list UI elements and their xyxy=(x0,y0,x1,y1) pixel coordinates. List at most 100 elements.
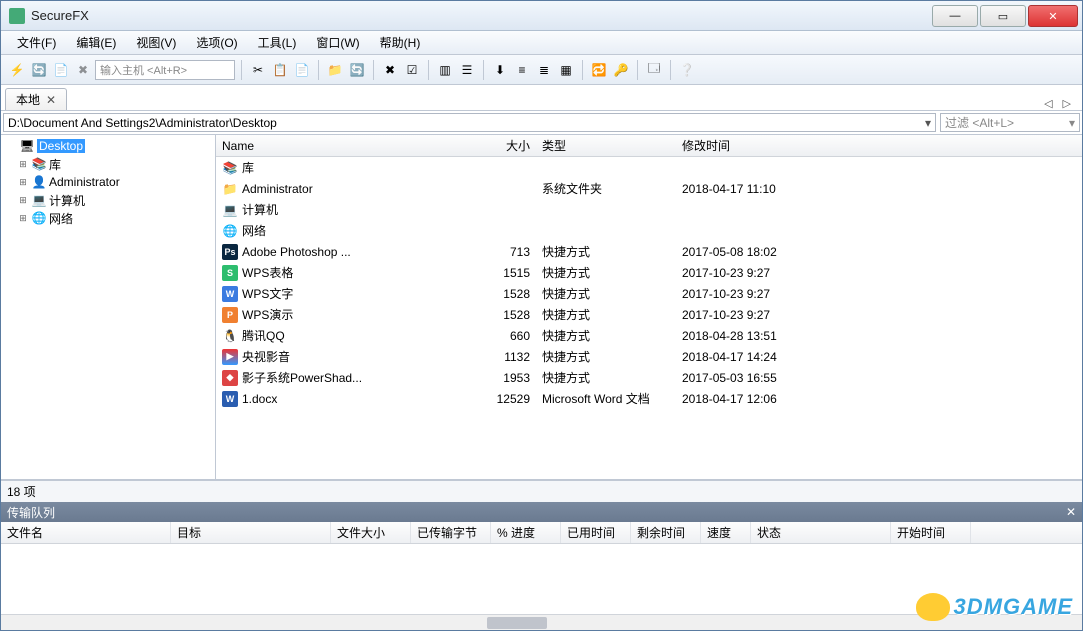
file-row[interactable]: 💻计算机 xyxy=(216,199,1082,220)
menu-item-3[interactable]: 选项(O) xyxy=(188,30,245,55)
file-size: 660 xyxy=(476,325,536,346)
tool-reconnect-icon[interactable]: 🔄 xyxy=(29,60,49,80)
paste-icon[interactable]: 📄 xyxy=(292,60,312,80)
tool-session-icon[interactable]: 📄 xyxy=(51,60,71,80)
view-list-icon[interactable]: ☰ xyxy=(457,60,477,80)
file-row[interactable]: ◆影子系统PowerShad...1953快捷方式2017-05-03 16:5… xyxy=(216,367,1082,388)
file-row[interactable]: WWPS文字1528快捷方式2017-10-23 9:27 xyxy=(216,283,1082,304)
queue-col-7[interactable]: 速度 xyxy=(701,522,751,543)
transfer-type2-icon[interactable]: ≣ xyxy=(534,60,554,80)
tree-item-1[interactable]: ⊞📚库 xyxy=(1,155,215,173)
file-row[interactable]: 📚库 xyxy=(216,157,1082,178)
props-icon[interactable]: ☑ xyxy=(402,60,422,80)
file-name: 1.docx xyxy=(242,392,277,406)
file-row[interactable]: 🐧腾讯QQ660快捷方式2018-04-28 13:51 xyxy=(216,325,1082,346)
view-details-icon[interactable]: ▥ xyxy=(435,60,455,80)
tree-item-3[interactable]: ⊞💻计算机 xyxy=(1,191,215,209)
scrollbar-thumb[interactable] xyxy=(487,617,547,629)
queue-col-5[interactable]: 已用时间 xyxy=(561,522,631,543)
file-type: 系统文件夹 xyxy=(536,178,676,199)
tool-disconnect-icon[interactable]: ✖ xyxy=(73,60,93,80)
col-name[interactable]: Name xyxy=(216,135,476,156)
tree-expander-icon[interactable]: ⊞ xyxy=(17,159,29,170)
file-size: 1515 xyxy=(476,262,536,283)
file-row[interactable]: W1.docx12529Microsoft Word 文档2018-04-17 … xyxy=(216,388,1082,409)
menu-item-0[interactable]: 文件(F) xyxy=(9,30,64,55)
app-icon xyxy=(9,8,25,24)
cut-icon[interactable]: ✂ xyxy=(248,60,268,80)
transfer-down-icon[interactable]: ⬇ xyxy=(490,60,510,80)
menu-item-4[interactable]: 工具(L) xyxy=(250,30,305,55)
file-list: Name 大小 类型 修改时间 📚库📁Administrator系统文件夹201… xyxy=(216,135,1082,479)
file-icon: 🐧 xyxy=(222,328,238,344)
tree-item-4[interactable]: ⊞🌐网络 xyxy=(1,209,215,227)
queue-col-1[interactable]: 目标 xyxy=(171,522,331,543)
tree-item-2[interactable]: ⊞👤Administrator xyxy=(1,173,215,191)
refresh-icon[interactable]: 🔄 xyxy=(347,60,367,80)
file-row[interactable]: PWPS演示1528快捷方式2017-10-23 9:27 xyxy=(216,304,1082,325)
path-input[interactable]: D:\Document And Settings2\Administrator\… xyxy=(3,113,936,132)
path-dropdown-icon[interactable]: ▾ xyxy=(925,116,931,130)
close-button[interactable]: ✕ xyxy=(1028,5,1078,27)
newfolder-icon[interactable]: 📁 xyxy=(325,60,345,80)
file-size xyxy=(476,220,536,241)
queue-col-8[interactable]: 状态 xyxy=(751,522,891,543)
queue-col-4[interactable]: % 进度 xyxy=(491,522,561,543)
tab-local[interactable]: 本地 ✕ xyxy=(5,88,67,110)
file-row[interactable]: 📁Administrator系统文件夹2018-04-17 11:10 xyxy=(216,178,1082,199)
sync-icon[interactable]: 🔁 xyxy=(589,60,609,80)
col-size[interactable]: 大小 xyxy=(476,135,536,156)
tree-icon: 🌐 xyxy=(31,210,47,226)
file-size: 1528 xyxy=(476,283,536,304)
key-icon[interactable]: 🔑 xyxy=(611,60,631,80)
window-title: SecureFX xyxy=(31,8,932,23)
menu-item-2[interactable]: 视图(V) xyxy=(128,30,184,55)
queue-col-3[interactable]: 已传输字节 xyxy=(411,522,491,543)
file-name: 网络 xyxy=(242,222,266,239)
file-list-body: 📚库📁Administrator系统文件夹2018-04-17 11:10💻计算… xyxy=(216,157,1082,479)
menu-item-5[interactable]: 窗口(W) xyxy=(308,30,367,55)
queue-col-9[interactable]: 开始时间 xyxy=(891,522,971,543)
col-type[interactable]: 类型 xyxy=(536,135,676,156)
tree-expander-icon[interactable]: ⊞ xyxy=(17,195,29,206)
file-name: WPS表格 xyxy=(242,264,293,281)
col-mod[interactable]: 修改时间 xyxy=(676,135,826,156)
queue-col-6[interactable]: 剩余时间 xyxy=(631,522,701,543)
tree-expander-icon[interactable]: ⊞ xyxy=(17,213,29,224)
tree-expander-icon[interactable]: ⊞ xyxy=(17,177,29,188)
host-input[interactable]: 输入主机 <Alt+R> xyxy=(95,60,235,80)
menubar: 文件(F)编辑(E)视图(V)选项(O)工具(L)窗口(W)帮助(H) xyxy=(1,31,1082,55)
filter-dropdown-icon[interactable]: ▾ xyxy=(1069,116,1075,130)
copy-icon[interactable]: 📋 xyxy=(270,60,290,80)
file-icon: 📁 xyxy=(222,181,238,197)
menu-item-6[interactable]: 帮助(H) xyxy=(372,30,429,55)
help-icon[interactable]: ❔ xyxy=(677,60,697,80)
queue-col-2[interactable]: 文件大小 xyxy=(331,522,411,543)
file-type: 快捷方式 xyxy=(536,346,676,367)
file-size: 12529 xyxy=(476,388,536,409)
maximize-button[interactable]: ▭ xyxy=(980,5,1026,27)
filter-input[interactable]: 过滤 <Alt+L> ▾ xyxy=(940,113,1080,132)
queue-col-0[interactable]: 文件名 xyxy=(1,522,171,543)
file-row[interactable]: ▶央视影音1132快捷方式2018-04-17 14:24 xyxy=(216,346,1082,367)
tree-item-0[interactable]: 🖥Desktop xyxy=(1,137,215,155)
file-icon: ▶ xyxy=(222,349,238,365)
minimize-button[interactable]: — xyxy=(932,5,978,27)
menu-item-1[interactable]: 编辑(E) xyxy=(68,30,124,55)
log-icon[interactable]: 🗔 xyxy=(644,60,664,80)
file-row[interactable]: 🌐网络 xyxy=(216,220,1082,241)
toolbar: ⚡ 🔄 📄 ✖ 输入主机 <Alt+R> ✂ 📋 📄 📁 🔄 ✖ ☑ ▥ ☰ ⬇… xyxy=(1,55,1082,85)
col-rest[interactable] xyxy=(826,135,1082,156)
file-size: 1953 xyxy=(476,367,536,388)
transfer-type1-icon[interactable]: ≡ xyxy=(512,60,532,80)
pathbar: D:\Document And Settings2\Administrator\… xyxy=(1,111,1082,135)
tab-prev-icon[interactable]: ◁ xyxy=(1041,97,1055,110)
queue-close-icon[interactable]: ✕ xyxy=(1066,505,1076,519)
tab-close-icon[interactable]: ✕ xyxy=(46,93,56,107)
queue-icon[interactable]: ▦ xyxy=(556,60,576,80)
tab-next-icon[interactable]: ▷ xyxy=(1060,97,1074,110)
delete-icon[interactable]: ✖ xyxy=(380,60,400,80)
file-row[interactable]: PsAdobe Photoshop ...713快捷方式2017-05-08 1… xyxy=(216,241,1082,262)
file-row[interactable]: SWPS表格1515快捷方式2017-10-23 9:27 xyxy=(216,262,1082,283)
tool-quickconnect-icon[interactable]: ⚡ xyxy=(7,60,27,80)
